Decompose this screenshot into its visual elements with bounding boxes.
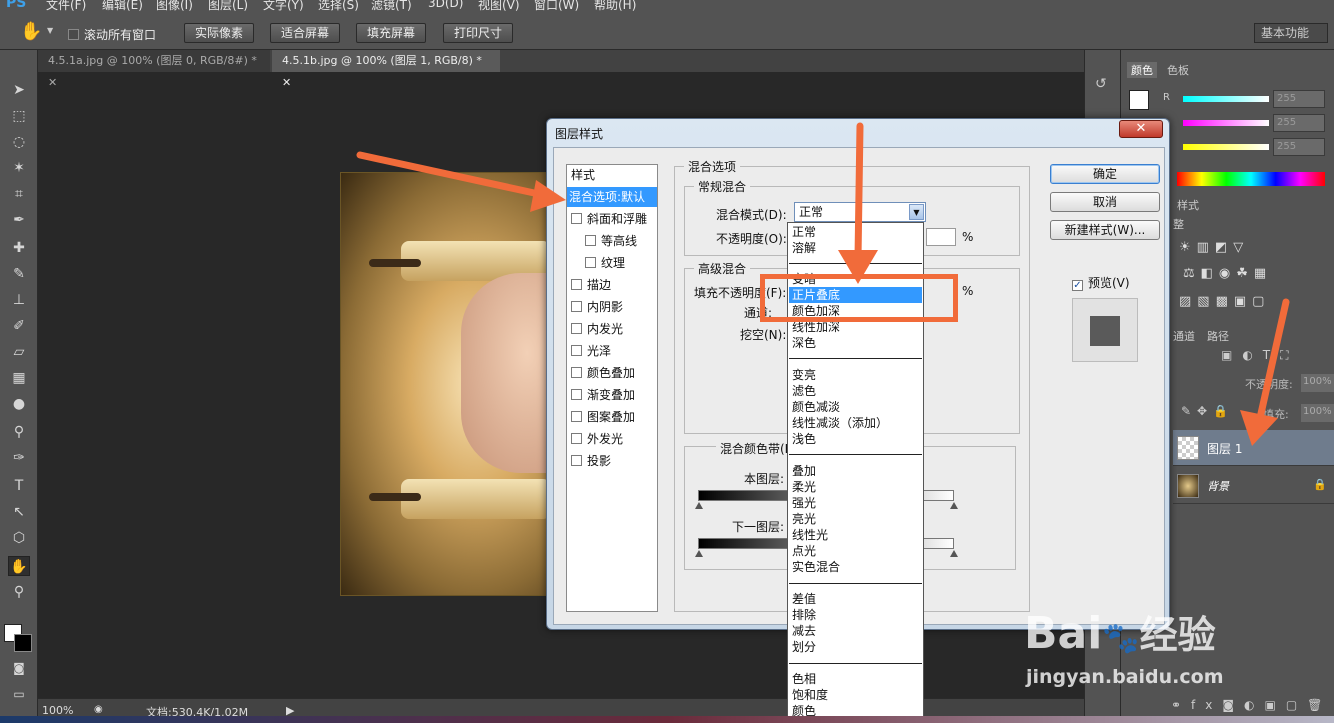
arrowhead-down xyxy=(838,250,878,284)
arrow-to-multiply xyxy=(854,122,864,262)
os-taskbar xyxy=(0,716,1334,723)
arrow-to-layer xyxy=(1256,298,1290,422)
paw-icon: 🐾 xyxy=(1102,621,1140,656)
arrowhead-left xyxy=(530,180,566,212)
watermark-url: jingyan.baidu.com xyxy=(1026,666,1224,688)
arrow-to-blending-options xyxy=(356,151,552,200)
watermark-brand: Bai🐾经验 xyxy=(1024,608,1216,659)
arrowhead-layer xyxy=(1240,410,1278,446)
